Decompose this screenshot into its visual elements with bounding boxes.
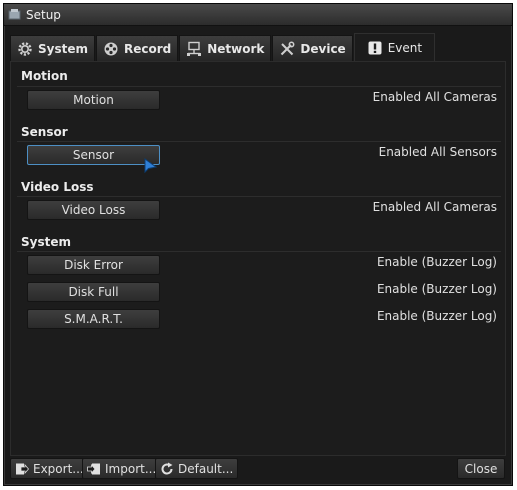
sensor-button[interactable]: Sensor (27, 145, 160, 165)
tab-label: Event (387, 40, 423, 55)
window-title: Setup (26, 7, 61, 22)
film-reel-icon (104, 42, 118, 55)
smart-button[interactable]: S.M.A.R.T. (27, 309, 160, 329)
import-label: Import... (105, 461, 157, 476)
video-loss-section-title: Video Loss (21, 180, 94, 194)
mouse-cursor-icon (144, 158, 158, 174)
tab-label: Record (124, 41, 172, 56)
tab-device[interactable]: Device (272, 35, 353, 61)
motion-button[interactable]: Motion (27, 90, 160, 110)
system-section-title: System (21, 235, 71, 249)
title-bar[interactable]: Setup (4, 4, 512, 26)
import-icon (87, 463, 100, 474)
smart-status: Enable (Buzzer Log) (376, 309, 497, 323)
reset-icon (161, 462, 173, 475)
network-icon (187, 41, 202, 56)
close-button[interactable]: Close (457, 458, 505, 479)
event-panel: Motion Motion Enabled All Cameras Sensor… (10, 61, 506, 456)
tab-network[interactable]: Network (179, 35, 272, 61)
setup-window: Setup System Record Network Device Event… (3, 3, 513, 486)
disk-error-status: Enable (Buzzer Log) (376, 255, 497, 269)
app-icon (8, 9, 21, 20)
section-divider (17, 86, 501, 87)
video-loss-button[interactable]: Video Loss (27, 200, 160, 220)
tab-label: Network (207, 41, 265, 56)
section-divider (17, 196, 501, 197)
import-button[interactable]: Import... (82, 458, 162, 479)
exclamation-icon (368, 41, 382, 54)
section-divider (17, 141, 501, 142)
video-loss-status: Enabled All Cameras (372, 200, 497, 214)
tab-system[interactable]: System (10, 35, 95, 61)
tab-bar: System Record Network Device Event (10, 33, 436, 61)
default-label: Default... (178, 461, 234, 476)
disk-full-status: Enable (Buzzer Log) (376, 282, 497, 296)
close-label: Close (464, 461, 498, 476)
gear-icon (18, 41, 32, 56)
tab-record[interactable]: Record (96, 35, 179, 61)
sensor-status: Enabled All Sensors (378, 145, 497, 159)
motion-status: Enabled All Cameras (372, 90, 497, 104)
tab-label: System (38, 41, 88, 56)
sensor-section-title: Sensor (21, 125, 68, 139)
export-button[interactable]: Export... (10, 458, 89, 479)
export-icon (16, 463, 29, 474)
tab-label: Device (300, 41, 346, 56)
motion-section-title: Motion (21, 69, 68, 83)
section-divider (17, 251, 501, 252)
tools-icon (281, 41, 295, 55)
default-button[interactable]: Default... (155, 458, 239, 479)
export-label: Export... (33, 461, 84, 476)
tab-event[interactable]: Event (353, 33, 436, 61)
disk-full-button[interactable]: Disk Full (27, 282, 160, 302)
disk-error-button[interactable]: Disk Error (27, 255, 160, 275)
